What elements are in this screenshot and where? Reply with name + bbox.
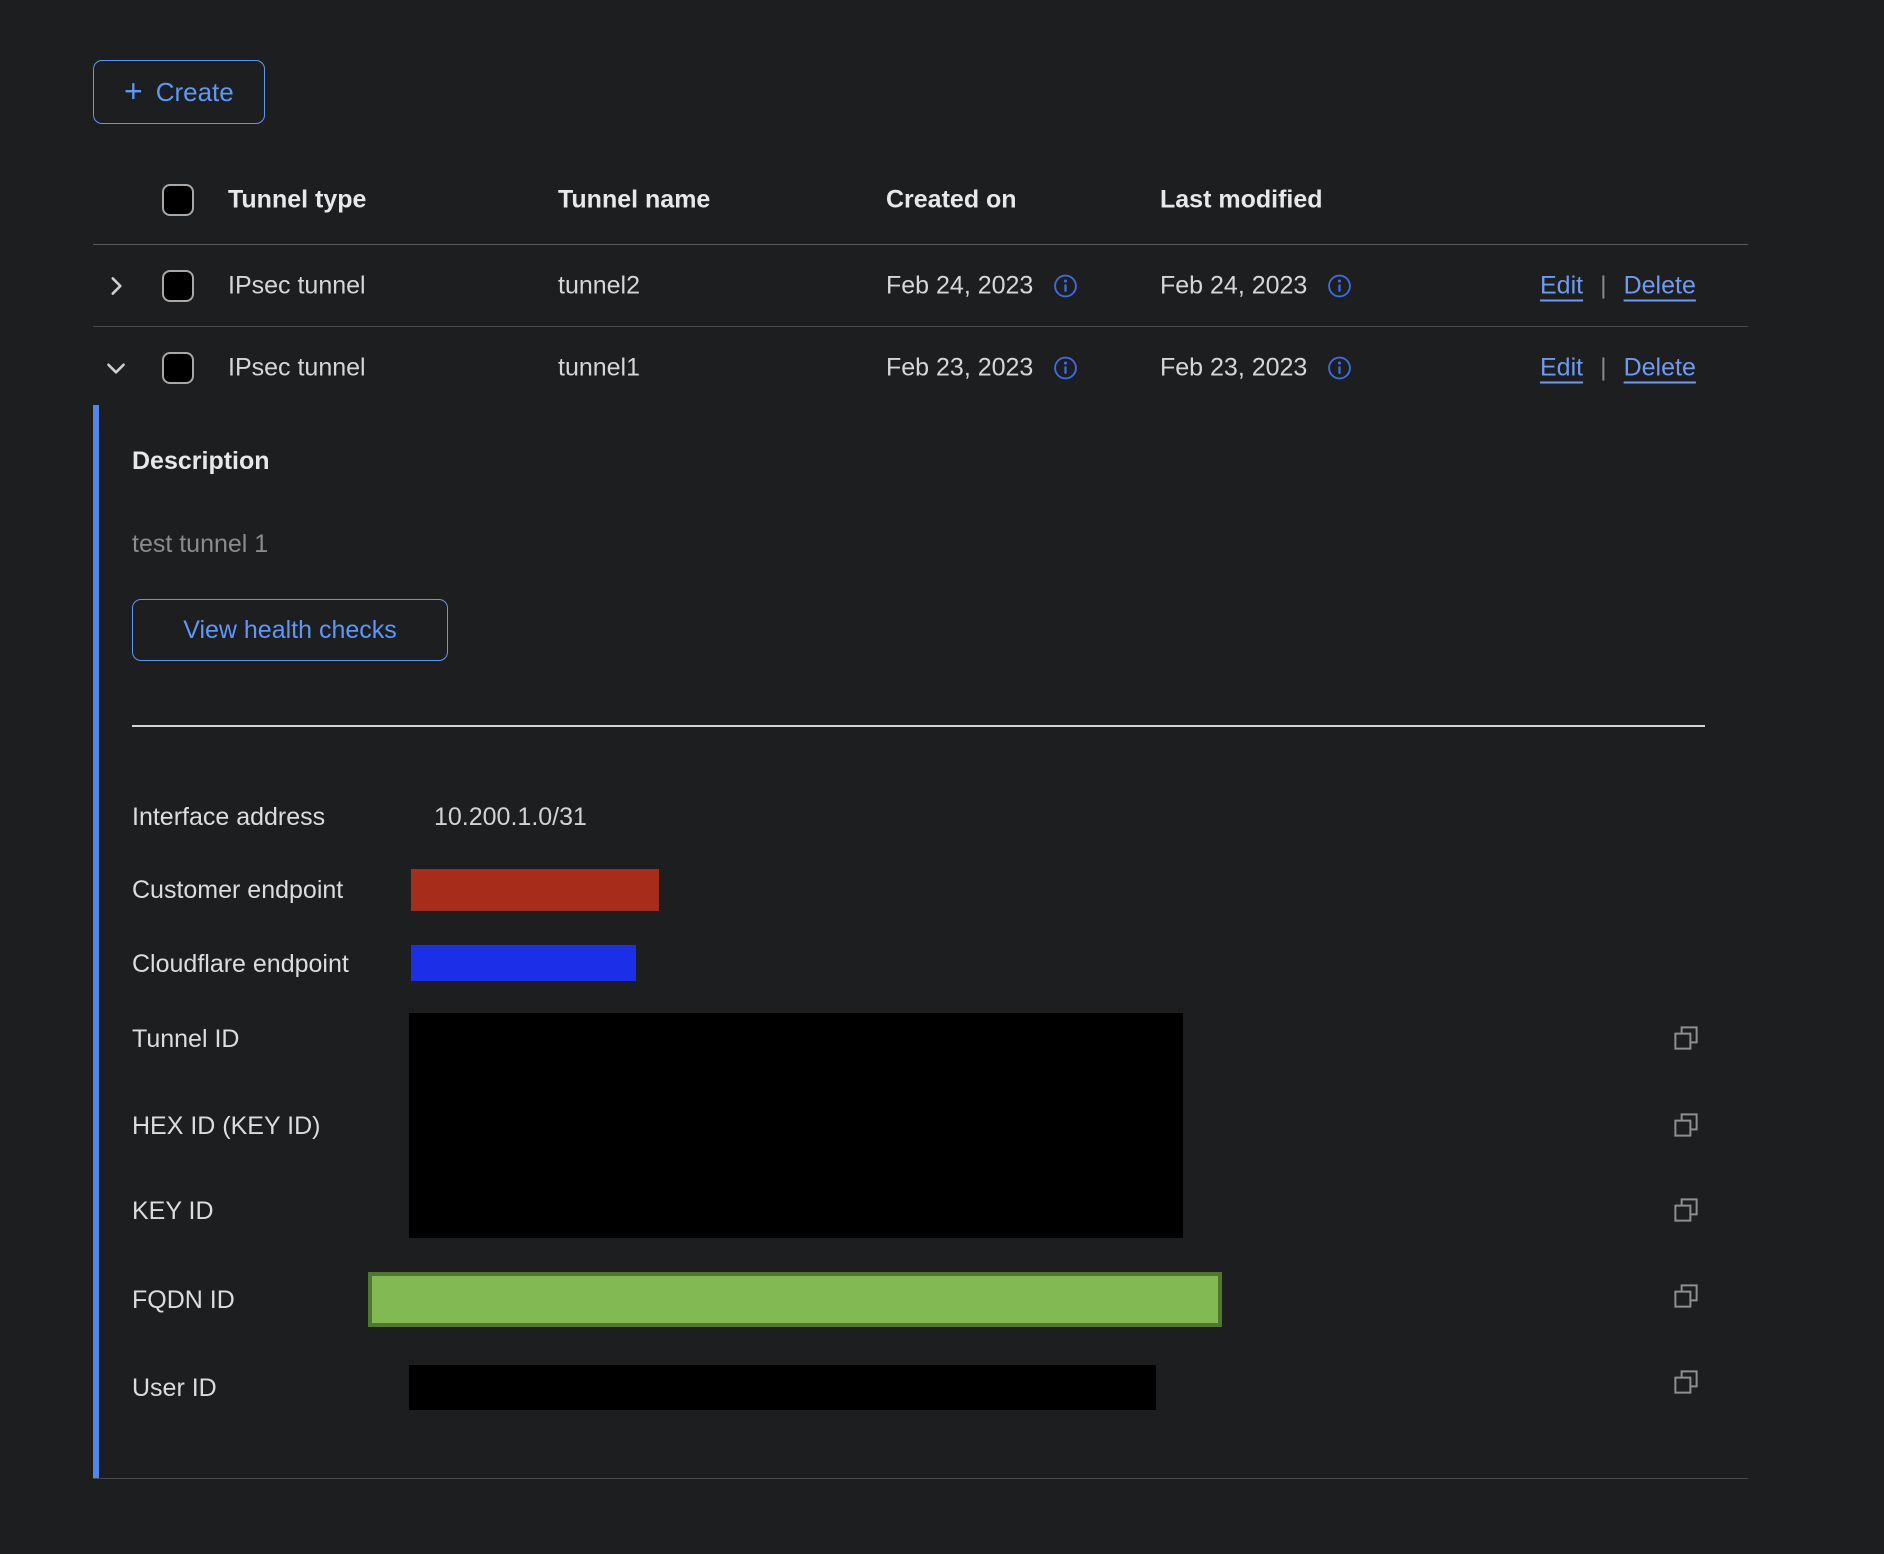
interface-address-value: 10.200.1.0/31 [434, 803, 587, 832]
row-checkbox[interactable] [162, 270, 194, 302]
divider [132, 725, 1705, 727]
table-row-tunnel1: IPsec tunnel tunnel1 Feb 23, 2023 Feb 23… [93, 327, 1748, 408]
select-all-checkbox[interactable] [162, 184, 194, 216]
copy-key-id-button[interactable] [1670, 1195, 1702, 1227]
description-label: Description [132, 447, 270, 476]
copy-fqdn-id-button[interactable] [1670, 1281, 1702, 1313]
table-row-tunnel2: IPsec tunnel tunnel2 Feb 24, 2023 Feb 24… [93, 245, 1748, 327]
tunnel-id-label: Tunnel ID [132, 1025, 239, 1054]
action-separator: | [1600, 271, 1607, 300]
hex-id-label: HEX ID (KEY ID) [132, 1112, 320, 1141]
expanded-indicator-bar [93, 405, 99, 1478]
ids-redacted-values [409, 1013, 1183, 1238]
row-actions: Edit | Delete [1540, 271, 1696, 300]
customer-endpoint-label: Customer endpoint [132, 876, 343, 905]
cloudflare-endpoint-label: Cloudflare endpoint [132, 950, 349, 979]
fqdn-id-redacted-value [368, 1272, 1222, 1327]
info-icon[interactable] [1327, 355, 1352, 380]
chevron-down-icon [103, 355, 129, 381]
select-all-cell [162, 184, 194, 216]
user-id-redacted-value [409, 1365, 1156, 1410]
interface-address-label: Interface address [132, 803, 325, 832]
copy-icon [1671, 1281, 1701, 1311]
last-modified-value: Feb 24, 2023 [1160, 271, 1307, 300]
header-tunnel-type: Tunnel type [228, 185, 366, 214]
copy-tunnel-id-button[interactable] [1670, 1023, 1702, 1055]
copy-icon [1671, 1195, 1701, 1225]
created-on-cell: Feb 24, 2023 [886, 271, 1078, 300]
collapse-row-button[interactable] [99, 351, 133, 385]
copy-icon [1671, 1367, 1701, 1397]
tunnels-table: Tunnel type Tunnel name Created on Last … [93, 155, 1748, 408]
last-modified-cell: Feb 24, 2023 [1160, 271, 1352, 300]
created-on-value: Feb 24, 2023 [886, 271, 1033, 300]
view-health-checks-button[interactable]: View health checks [132, 599, 448, 661]
cloudflare-endpoint-redacted-value [411, 945, 636, 981]
fqdn-id-label: FQDN ID [132, 1286, 235, 1315]
create-button[interactable]: + Create [93, 60, 265, 124]
delete-link[interactable]: Delete [1624, 271, 1696, 300]
user-id-label: User ID [132, 1374, 217, 1403]
row-checkbox-cell [162, 270, 194, 302]
edit-link[interactable]: Edit [1540, 353, 1583, 382]
action-separator: | [1600, 353, 1607, 382]
expand-row-button[interactable] [99, 269, 133, 303]
tunnel-name-cell: tunnel1 [558, 353, 640, 382]
info-icon[interactable] [1053, 355, 1078, 380]
tunnel-type-cell: IPsec tunnel [228, 271, 366, 300]
ipsec-tunnels-page: + Create Tunnel type Tunnel name Created… [0, 0, 1884, 1554]
tunnel-type-cell: IPsec tunnel [228, 353, 366, 382]
copy-hex-id-button[interactable] [1670, 1110, 1702, 1142]
last-modified-cell: Feb 23, 2023 [1160, 353, 1352, 382]
created-on-value: Feb 23, 2023 [886, 353, 1033, 382]
header-last-modified: Last modified [1160, 185, 1323, 214]
tunnel-name-cell: tunnel2 [558, 271, 640, 300]
info-icon[interactable] [1327, 273, 1352, 298]
row-checkbox[interactable] [162, 352, 194, 384]
tunnel1-details-panel: Description test tunnel 1 View health ch… [93, 405, 1748, 1479]
description-value: test tunnel 1 [132, 530, 268, 559]
chevron-right-icon [103, 273, 129, 299]
table-header-row: Tunnel type Tunnel name Created on Last … [93, 155, 1748, 245]
key-id-label: KEY ID [132, 1197, 214, 1226]
create-button-label: Create [156, 77, 234, 108]
delete-link[interactable]: Delete [1624, 353, 1696, 382]
header-created-on: Created on [886, 185, 1017, 214]
header-tunnel-name: Tunnel name [558, 185, 710, 214]
info-icon[interactable] [1053, 273, 1078, 298]
row-actions: Edit | Delete [1540, 353, 1696, 382]
customer-endpoint-redacted-value [411, 869, 659, 911]
edit-link[interactable]: Edit [1540, 271, 1583, 300]
last-modified-value: Feb 23, 2023 [1160, 353, 1307, 382]
copy-icon [1671, 1023, 1701, 1053]
copy-user-id-button[interactable] [1670, 1367, 1702, 1399]
plus-icon: + [124, 75, 143, 107]
row-checkbox-cell [162, 352, 194, 384]
created-on-cell: Feb 23, 2023 [886, 353, 1078, 382]
copy-icon [1671, 1110, 1701, 1140]
